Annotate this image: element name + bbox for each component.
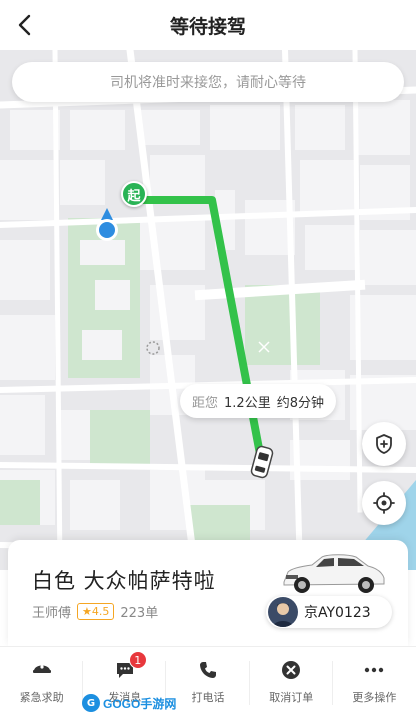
more-actions-button[interactable]: 更多操作 [333,647,416,720]
cancel-icon [280,659,302,681]
driver-card: 白色 大众帕萨特啦 王师傅 ★4.5 223单 京AY0123 [8,540,408,646]
action-label: 更多操作 [352,691,397,704]
phone-icon [197,659,219,681]
action-bar: 紧急求助 1 发消息 打电话 取消订单 更多操作 [0,646,416,720]
driver-rating: ★4.5 [77,603,115,620]
watermark-text: GOGO手游网 [103,696,177,711]
waiting-notice: 司机将准时来接您，请耐心等待 [12,62,404,102]
page-title: 等待接驾 [169,15,246,38]
more-icon [363,659,385,681]
cancel-order-button[interactable]: 取消订单 [250,647,333,720]
header-bar: 等待接驾 [0,0,416,50]
driver-avatar[interactable] [268,597,298,627]
car-image [278,548,388,598]
watermark-logo: G [82,694,100,712]
distance-bubble: 距您 1.2公里 约8分钟 [180,384,336,418]
locate-button[interactable] [362,481,406,525]
watermark: G GOGO手游网 [82,692,202,714]
plate-pill: 京AY0123 [266,596,392,628]
safety-shield-button[interactable] [362,422,406,466]
shield-icon [376,434,392,454]
action-label: 取消订单 [269,691,314,704]
eta-value: 约8分钟 [276,395,324,411]
driver-info: 王师傅 ★4.5 223单 [32,602,158,621]
driver-orders: 223单 [120,606,159,621]
locate-icon [373,492,395,514]
start-point-marker: 起 [121,181,147,207]
map-view[interactable] [0,50,416,570]
car-description: 白色 大众帕萨特啦 [32,569,216,593]
license-plate: 京AY0123 [304,605,371,621]
driver-name: 王师傅 [32,606,72,621]
distance-value: 1.2公里 [224,395,271,411]
message-badge: 1 [128,651,147,669]
action-label: 紧急求助 [19,691,64,704]
police-icon [31,659,53,681]
back-icon[interactable] [12,11,40,39]
emergency-help-button[interactable]: 紧急求助 [0,647,84,720]
distance-label: 距您 [192,395,219,411]
